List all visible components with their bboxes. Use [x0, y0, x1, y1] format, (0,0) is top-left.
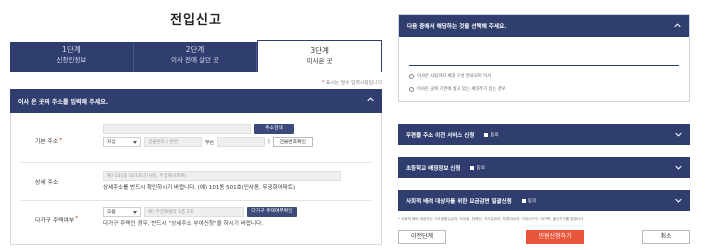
basic-address-label: 기본 주소 * — [35, 137, 63, 146]
basic-address-row: 기본 주소 * 주소검색 지상 건물번호 ( 본번 부번 ) 건물번호확인 — [21, 119, 371, 163]
option-label: 이사온 사람까지 세대 구성 완료되어 이사 — [417, 74, 492, 79]
required-note-text: 표시는 필수 입력사항입니다 — [325, 81, 382, 86]
step-3-title: 이사온 곳 — [306, 57, 333, 65]
required-note: * 표시는 필수 입력사항입니다 — [10, 79, 382, 87]
building-number-input[interactable]: 건물번호 ( 본번 — [144, 137, 202, 147]
right-panel: 다음 중에서 해당하는 것을 선택해 주세요. 이사온 사람까지 세대 구성 완… — [398, 14, 690, 246]
basic-address-input[interactable] — [103, 124, 251, 134]
step-1-number: 1단계 — [62, 45, 81, 54]
option-row[interactable]: 이사온 곳에 기존에 살고 있는 세대주가 있는 경우 — [409, 86, 679, 92]
service-title: 우편물 주소 이전 서비스 신청 — [406, 132, 475, 139]
address-section-title: 이사 온 곳의 주소를 입력해 주세요. — [18, 98, 109, 106]
option-row[interactable]: 이사온 사람까지 세대 구성 완료되어 이사 — [409, 73, 679, 79]
multi-household-select[interactable]: 모름 — [103, 207, 141, 217]
school-assignment-accordion[interactable]: 초등학교 배정정보 신청 동의 — [398, 157, 690, 178]
step-2-title: 이사 전에 살던 곳 — [170, 56, 220, 64]
required-star: * — [322, 81, 325, 86]
chevron-up-icon[interactable] — [367, 96, 374, 103]
address-section-header[interactable]: 이사 온 곳의 주소를 입력해 주세요. — [10, 89, 382, 113]
applicable-accordion-body: 이사온 사람까지 세대 구성 완료되어 이사 이사온 곳에 기존에 살고 있는 … — [399, 37, 689, 98]
multi-household-note: 다가구 주택인 경우, 반드시 "상세주소 부여신청"을 하시기 바랍니다. — [103, 221, 264, 227]
applicable-accordion-header[interactable]: 다음 중에서 해당하는 것을 선택해 주세요. — [399, 15, 689, 37]
chevron-up-icon[interactable] — [674, 22, 681, 29]
sub-number-label: 부번 — [205, 140, 214, 146]
radio-button[interactable] — [409, 73, 414, 79]
multi-household-label: 다가구 주택여부 * — [35, 216, 79, 224]
page: 전입신고 1단계 신청인정보 2단계 이사 전에 살던 곳 3단계 이사온 곳 … — [0, 0, 720, 250]
service-title: 사회적 배려 대상자를 위한 요금감면 일괄신청 — [406, 198, 512, 205]
option-label: 이사온 곳에 기존에 살고 있는 세대주가 있는 경우 — [417, 87, 506, 92]
step-3-active: 3단계 이사온 곳 — [257, 40, 383, 72]
step-2-number: 2단계 — [185, 45, 205, 54]
previous-step-button[interactable]: 이전단계 — [398, 230, 446, 244]
agree-checkbox[interactable] — [521, 198, 526, 203]
service-title: 초등학교 배정정보 신청 — [406, 165, 461, 172]
detail-address-label: 상세 주소 — [35, 180, 59, 186]
applicable-accordion: 다음 중에서 해당하는 것을 선택해 주세요. 이사온 사람까지 세대 구성 완… — [398, 14, 690, 102]
step-2: 2단계 이사 전에 살던 곳 — [134, 42, 258, 72]
detail-address-row: 상세 주소 예) 101동 501호(인사동, 무궁화아파트) 상세주소를 반드… — [21, 163, 371, 201]
applicable-title: 다음 중에서 해당하는 것을 선택해 주세요. — [407, 24, 507, 30]
cancel-button[interactable]: 취소 — [642, 230, 690, 244]
address-form: 기본 주소 * 주소검색 지상 건물번호 ( 본번 부번 ) 건물번호확인 상세… — [10, 113, 382, 245]
detail-address-input[interactable]: 예) 101동 501호(인사동, 무궁화아파트) — [103, 171, 341, 181]
page-title: 전입신고 — [170, 13, 222, 28]
agree-label: 동의 — [527, 198, 536, 204]
basic-address-controls: 주소검색 지상 건물번호 ( 본번 부번 ) 건물번호확인 — [103, 119, 371, 162]
submit-application-button[interactable]: 민원신청하기 — [526, 230, 584, 244]
detail-address-controls: 예) 101동 501호(인사동, 무궁화아파트) 상세주소를 반드시 확인하시… — [103, 163, 371, 200]
step-3-number: 3단계 — [310, 46, 329, 55]
chevron-down-icon[interactable] — [675, 164, 682, 171]
chevron-down-icon[interactable] — [675, 131, 682, 138]
mail-forwarding-accordion[interactable]: 우편물 주소 이전 서비스 신청 동의 — [398, 124, 690, 145]
multi-household-controls: 모름 예) 무궁화빌라 1층 2호 다가구 주택여부확인 다가구 주택인 경우,… — [103, 201, 371, 237]
address-search-button[interactable]: 주소검색 — [254, 124, 294, 134]
chevron-down-icon[interactable] — [675, 197, 682, 204]
agree-label: 동의 — [490, 132, 499, 138]
divider — [409, 65, 679, 66]
agree-checkbox[interactable] — [470, 165, 475, 170]
agree-label: 동의 — [476, 165, 485, 171]
agree-checkbox[interactable] — [484, 132, 489, 137]
step-indicator: 1단계 신청인정보 2단계 이사 전에 살던 곳 3단계 이사온 곳 — [10, 40, 383, 72]
multi-household-row: 다가구 주택여부 * 모름 예) 무궁화빌라 1층 2호 다가구 주택여부확인 다… — [21, 201, 371, 237]
fee-reduction-accordion[interactable]: 사회적 배려 대상자를 위한 요금감면 일괄신청 동의 — [398, 190, 690, 211]
step-1: 1단계 신청인정보 — [10, 42, 134, 72]
bottom-buttons: 이전단계 민원신청하기 취소 — [398, 230, 690, 244]
multi-household-check-button[interactable]: 다가구 주택여부확인 — [247, 207, 297, 217]
step-1-title: 신청인정보 — [56, 56, 87, 64]
foot-note: * 사회적 배려 대상자는 기초생활수급자, 차상위, 장애인, 국가유공자, … — [398, 217, 585, 221]
detail-address-warning: 상세주소를 반드시 확인하시기 바랍니다. (예) 101동 501호(인사동,… — [103, 185, 296, 191]
ground-type-select[interactable]: 지상 — [103, 137, 141, 147]
building-number-confirm-button[interactable]: 건물번호확인 — [272, 137, 313, 147]
unit-detail-input[interactable]: 예) 무궁화빌라 1층 2호 — [144, 207, 244, 217]
radio-button[interactable] — [409, 86, 414, 92]
sub-number-input[interactable] — [216, 137, 265, 147]
left-panel: 전입신고 1단계 신청인정보 2단계 이사 전에 살던 곳 3단계 이사온 곳 … — [10, 10, 383, 246]
